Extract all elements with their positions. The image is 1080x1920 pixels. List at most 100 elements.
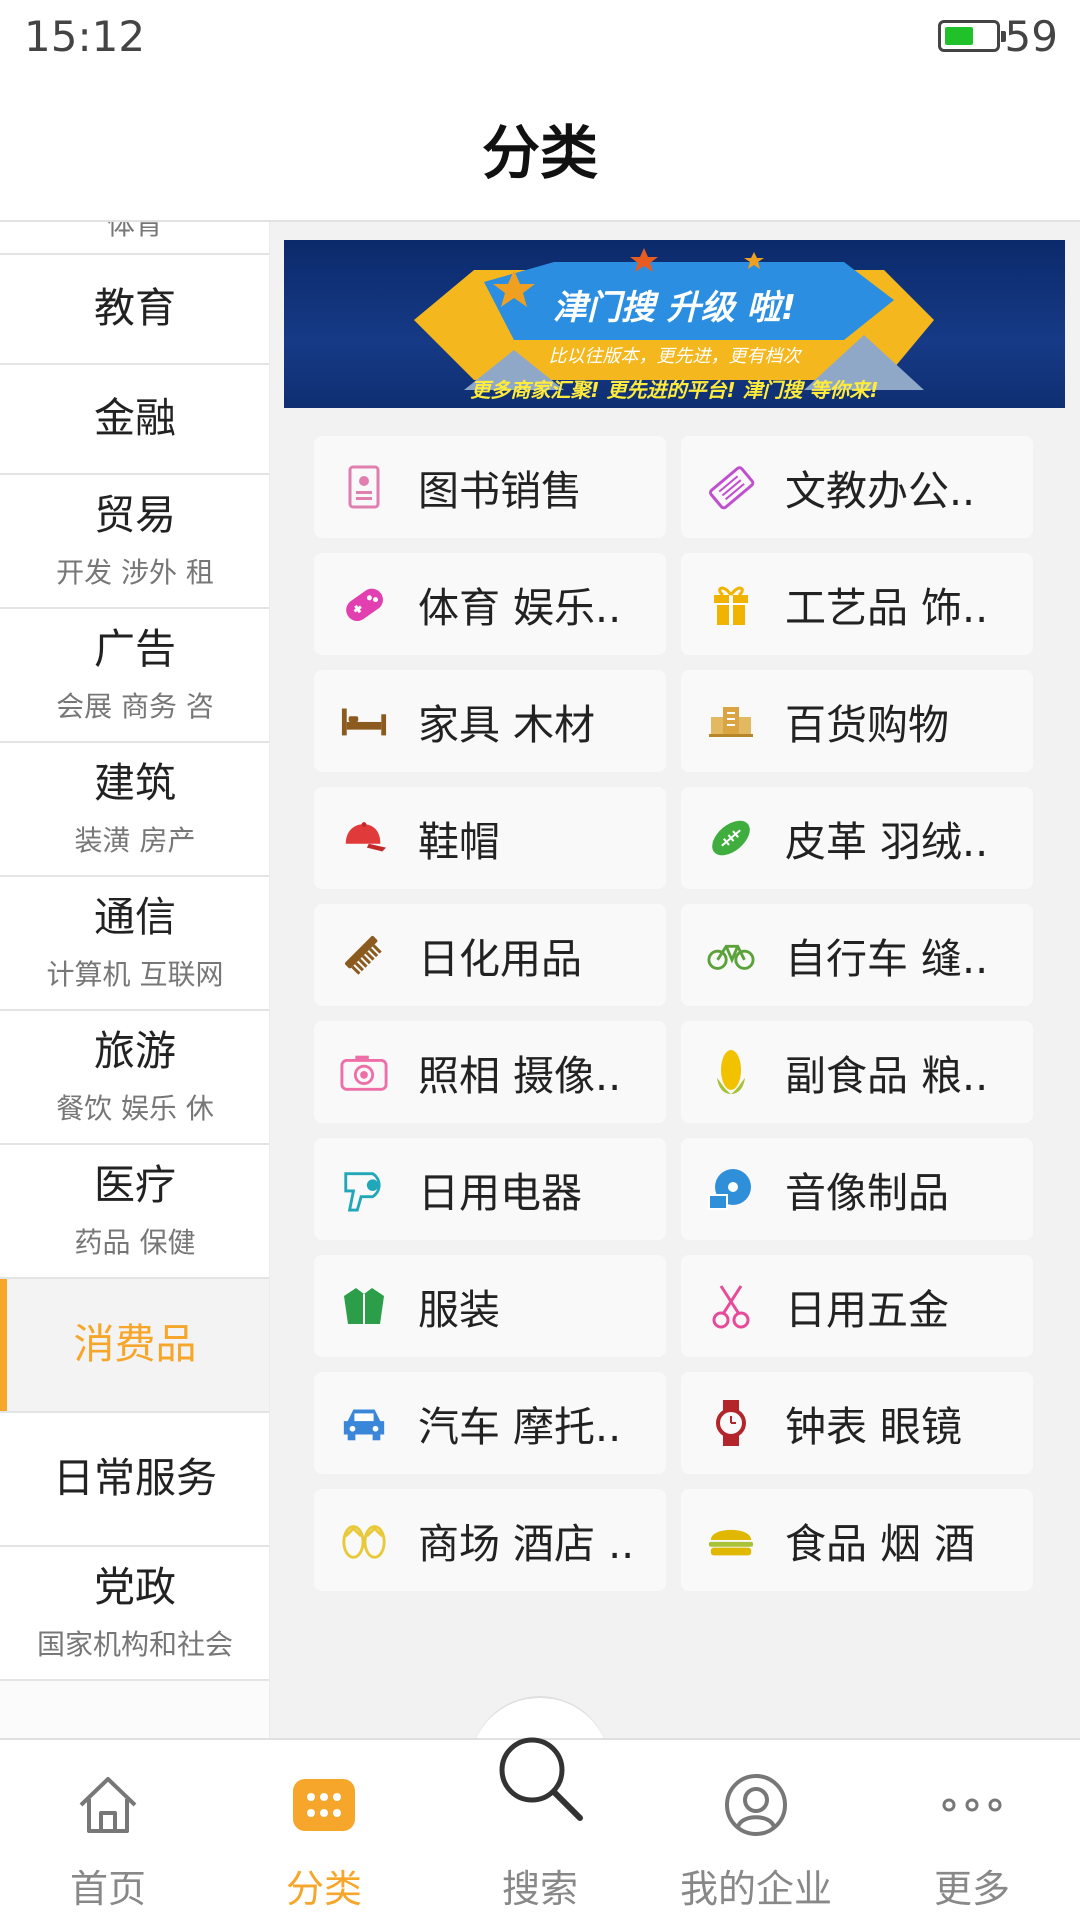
category-label: 照相 摄像.. (418, 1052, 622, 1100)
gamepad-icon (340, 580, 388, 628)
home-icon (73, 1770, 143, 1840)
sidebar-item-label: 党政 (94, 1563, 176, 1612)
category-label: 食品 烟 酒 (785, 1520, 976, 1568)
sidebar-item-daily-services[interactable]: 日常服务 (0, 1413, 269, 1547)
sidebar-item-label: 教育 (94, 284, 176, 333)
tab-label: 首页 (69, 1867, 146, 1911)
grid-row: 照相 摄像.. 副食品 粮.. (314, 1021, 1034, 1123)
tab-label: 搜索 (501, 1867, 578, 1911)
sidebar-item-label: 消费品 (73, 1320, 197, 1369)
sidebar-item-construction[interactable]: 建筑 装潢 房产 (0, 743, 269, 877)
football-icon (707, 814, 755, 862)
store-icon (707, 697, 755, 745)
tab-categories[interactable]: 分类 (216, 1740, 432, 1920)
page-title: 分类 (481, 119, 598, 187)
category-tile-watches-glasses[interactable]: 钟表 眼镜 (681, 1372, 1033, 1474)
grid-row: 日化用品 自行车 缝.. (314, 904, 1034, 1006)
sidebar-item-education[interactable]: 教育 (0, 255, 269, 365)
sidebar-item-sub: 国家机构和社会 (36, 1627, 233, 1661)
category-tile-clothing[interactable]: 服装 (314, 1255, 666, 1357)
bed-icon (340, 697, 388, 745)
category-label: 百货购物 (785, 701, 949, 749)
category-tile-audio-video[interactable]: 音像制品 (681, 1138, 1033, 1240)
search-icon (490, 1728, 590, 1828)
sidebar-item-consumer-goods[interactable]: 消费品 (0, 1279, 269, 1413)
category-tile-crafts[interactable]: 工艺品 饰.. (681, 553, 1033, 655)
sidebar-item-advertising[interactable]: 广告 会展 商务 咨 (0, 609, 269, 743)
sidebar-item-medical[interactable]: 医疗 药品 保健 (0, 1145, 269, 1279)
category-label: 图书销售 (418, 467, 582, 515)
comb-icon (340, 931, 388, 979)
category-tile-daily-chemicals[interactable]: 日化用品 (314, 904, 666, 1006)
category-tile-department-store[interactable]: 百货购物 (681, 670, 1033, 772)
sidebar-item-sub: 会展 商务 咨 (56, 689, 214, 723)
grid-row: 日用电器 音像制品 (314, 1138, 1034, 1240)
tab-more[interactable]: 更多 (864, 1740, 1080, 1920)
category-tile-bicycles[interactable]: 自行车 缝.. (681, 904, 1033, 1006)
category-tile-automobiles[interactable]: 汽车 摩托.. (314, 1372, 666, 1474)
ticket-icon (707, 463, 755, 511)
category-tile-hardware[interactable]: 日用五金 (681, 1255, 1033, 1357)
sidebar-item-travel[interactable]: 旅游 餐饮 娱乐 休 (0, 1011, 269, 1145)
category-label: 日用电器 (418, 1169, 582, 1217)
category-label: 服装 (418, 1286, 500, 1334)
category-tile-malls-hotels[interactable]: 商场 酒店 .. (314, 1489, 666, 1591)
category-tile-furniture[interactable]: 家具 木材 (314, 670, 666, 772)
battery-percent: 59 (1004, 12, 1058, 61)
sidebar-item-sub: 餐饮 娱乐 休 (56, 1091, 214, 1125)
category-tile-stationery[interactable]: 文教办公.. (681, 436, 1033, 538)
category-sidebar[interactable]: 体育 教育 金融 贸易 开发 涉外 租 广告 会展 商务 咨 建筑 装潢 房产 … (0, 222, 270, 1738)
grid-row: 服装 日用五金 (314, 1255, 1034, 1357)
category-label: 鞋帽 (418, 818, 500, 866)
grid-row: 图书销售 文教办公.. (314, 436, 1034, 538)
category-tile-shoes-hats[interactable]: 鞋帽 (314, 787, 666, 889)
sidebar-item-government[interactable]: 党政 国家机构和社会 (0, 1547, 269, 1681)
hairdryer-icon (340, 1165, 388, 1213)
grid-row: 商场 酒店 .. 食品 烟 酒 (314, 1489, 1034, 1591)
category-label: 文教办公.. (785, 467, 976, 515)
tab-home[interactable]: 首页 (0, 1740, 216, 1920)
category-icon (289, 1770, 359, 1840)
category-label: 工艺品 饰.. (785, 584, 989, 632)
sidebar-item-finance[interactable]: 金融 (0, 365, 269, 475)
grid-row: 汽车 摩托.. 钟表 眼镜 (314, 1372, 1034, 1474)
disc-icon (707, 1165, 755, 1213)
tab-label: 更多 (933, 1867, 1010, 1911)
category-label: 音像制品 (785, 1169, 949, 1217)
promo-banner[interactable]: 津门搜 升级 啦! 比以往版本，更先进，更有档次 更多商家汇聚! 更先进的平台!… (284, 240, 1065, 408)
category-tile-photography[interactable]: 照相 摄像.. (314, 1021, 666, 1123)
sidebar-item-label: 建筑 (94, 759, 176, 808)
sidebar-item-telecom[interactable]: 通信 计算机 互联网 (0, 877, 269, 1011)
category-content: 津门搜 升级 啦! 比以往版本，更先进，更有档次 更多商家汇聚! 更先进的平台!… (270, 222, 1080, 1738)
category-label: 体育 娱乐.. (418, 584, 622, 632)
category-label: 钟表 眼镜 (785, 1403, 963, 1451)
category-tile-food-tobacco-wine[interactable]: 食品 烟 酒 (681, 1489, 1033, 1591)
sidebar-item-label: 日常服务 (53, 1454, 217, 1503)
camera-icon (340, 1048, 388, 1096)
category-tile-appliances[interactable]: 日用电器 (314, 1138, 666, 1240)
scissors-icon (707, 1282, 755, 1330)
book-icon (340, 463, 388, 511)
sidebar-item-trade[interactable]: 贸易 开发 涉外 租 (0, 475, 269, 609)
category-tile-groceries[interactable]: 副食品 粮.. (681, 1021, 1033, 1123)
category-tile-leather-down[interactable]: 皮革 羽绒.. (681, 787, 1033, 889)
bicycle-icon (707, 931, 755, 979)
sidebar-item-label: 金融 (94, 394, 176, 443)
tab-my-company[interactable]: 我的企业 (648, 1740, 864, 1920)
grid-row: 体育 娱乐.. 工艺品 饰.. (314, 553, 1034, 655)
sidebar-item-label: 广告 (94, 625, 176, 674)
more-icon (937, 1770, 1007, 1840)
sidebar-item-sports[interactable]: 体育 (0, 222, 269, 255)
jacket-icon (340, 1282, 388, 1330)
category-tile-sports-entertainment[interactable]: 体育 娱乐.. (314, 553, 666, 655)
tab-label: 我的企业 (679, 1867, 832, 1911)
bottom-nav: 首页 分类 搜索 我的企业 更多 (0, 1737, 1080, 1920)
sidebar-item-sub: 装潢 房产 (74, 823, 196, 857)
sidebar-list: 体育 教育 金融 贸易 开发 涉外 租 广告 会展 商务 咨 建筑 装潢 房产 … (0, 222, 269, 1681)
tab-search[interactable]: 搜索 (432, 1737, 648, 1920)
status-bar: 15:12 59 (0, 0, 1080, 80)
category-tile-books[interactable]: 图书销售 (314, 436, 666, 538)
profile-icon (721, 1770, 791, 1840)
title-bar: 分类 (0, 80, 1080, 222)
category-label: 副食品 粮.. (785, 1052, 989, 1100)
